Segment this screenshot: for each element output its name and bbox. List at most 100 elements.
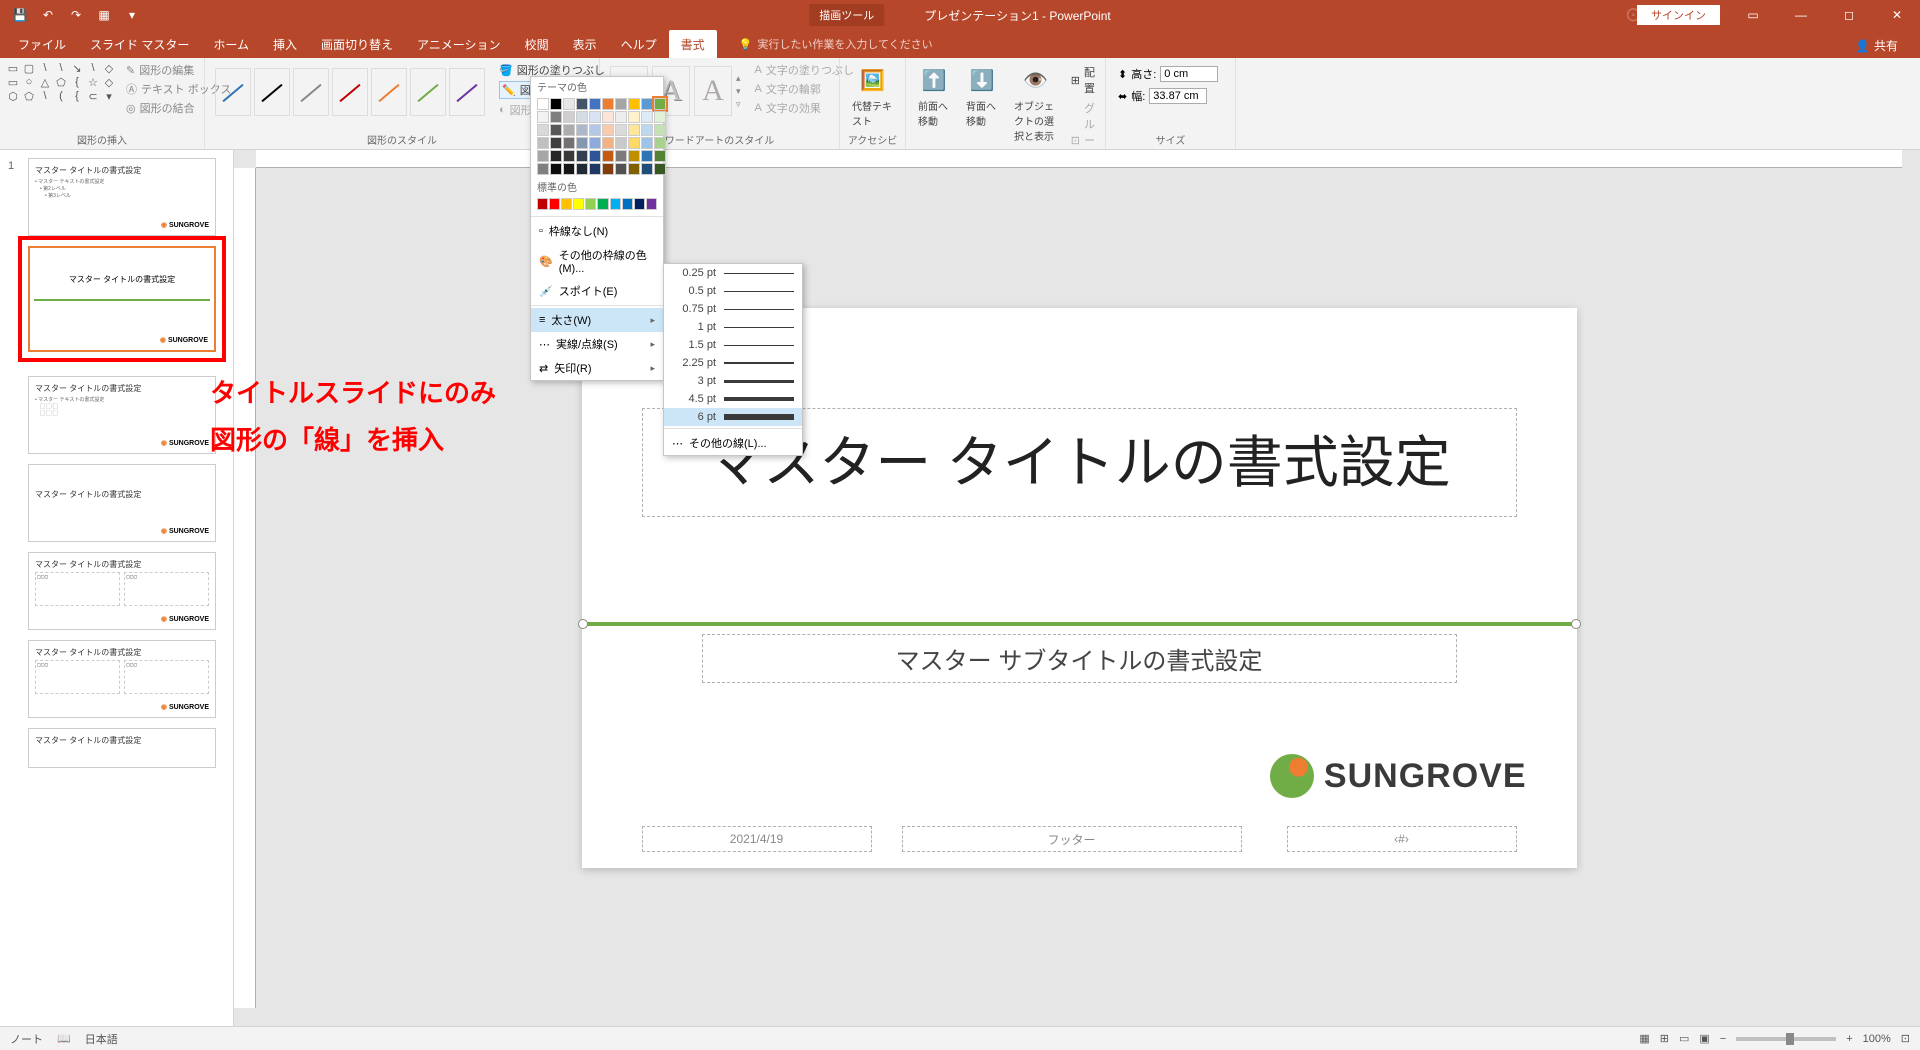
- contextual-tool-tab: 描画ツール: [809, 4, 884, 26]
- tab-home[interactable]: ホーム: [201, 30, 261, 58]
- eyedropper-icon: 💉: [539, 285, 553, 298]
- eyedropper-item[interactable]: 💉スポイト(E): [531, 279, 663, 303]
- weight-075[interactable]: 0.75 pt: [664, 300, 802, 318]
- logo-mark-icon: [1270, 754, 1314, 798]
- align-icon: ⊞: [1071, 74, 1080, 87]
- green-divider-line[interactable]: [582, 622, 1577, 626]
- footer-placeholder[interactable]: フッター: [902, 826, 1242, 852]
- arrows-item[interactable]: ⇄矢印(R): [531, 356, 663, 380]
- document-title: プレゼンテーション1 - PowerPoint: [924, 7, 1110, 24]
- horizontal-ruler[interactable]: [256, 150, 1902, 168]
- tab-insert[interactable]: 挿入: [261, 30, 309, 58]
- date-placeholder[interactable]: 2021/4/19: [642, 826, 872, 852]
- zoom-slider[interactable]: [1736, 1037, 1836, 1041]
- gallery-more-icon[interactable]: ▿: [736, 99, 741, 110]
- width-icon: ⬌: [1118, 90, 1127, 103]
- height-input[interactable]: [1160, 66, 1218, 82]
- fit-window-icon[interactable]: ⊡: [1901, 1032, 1910, 1045]
- weight-225[interactable]: 2.25 pt: [664, 354, 802, 372]
- tab-file[interactable]: ファイル: [6, 30, 78, 58]
- zoom-out-icon[interactable]: −: [1720, 1033, 1726, 1045]
- thumb-layout-4[interactable]: マスター タイトルの書式設定 SUNGROVE: [28, 464, 216, 542]
- send-backward-button[interactable]: ⬇️背面へ移動: [960, 62, 1004, 130]
- share-icon: 👤: [1855, 39, 1870, 53]
- start-from-beginning-icon[interactable]: ▦: [92, 3, 116, 27]
- thumb-title-layout[interactable]: マスター タイトルの書式設定 SUNGROVE: [28, 246, 216, 352]
- title-bar: 💾 ↶ ↷ ▦ ▾ ⊙—⊙—⊙⊙ 描画ツール プレゼンテーション1 - Powe…: [0, 0, 1920, 30]
- group-icon: ⊡: [1071, 134, 1080, 147]
- save-icon[interactable]: 💾: [8, 3, 32, 27]
- tab-view[interactable]: 表示: [561, 30, 609, 58]
- group-arrange: ⬆️前面へ移動 ⬇️背面へ移動 👁️オブジェクトの選択と表示 ⊞配置 ⊡グループ…: [906, 58, 1106, 149]
- weight-15[interactable]: 1.5 pt: [664, 336, 802, 354]
- width-input[interactable]: [1149, 88, 1207, 104]
- sorter-view-icon[interactable]: ⊞: [1660, 1032, 1669, 1045]
- thumb-layout-3[interactable]: マスター タイトルの書式設定 • マスター テキストの書式設定 ▢ ▢ ▢ ▢ …: [28, 376, 216, 454]
- dashes-icon: ⋯: [539, 338, 550, 351]
- align-button[interactable]: ⊞配置: [1071, 64, 1095, 96]
- normal-view-icon[interactable]: ▦: [1639, 1032, 1649, 1045]
- selection-pane-button[interactable]: 👁️オブジェクトの選択と表示: [1008, 62, 1063, 145]
- window-controls: サインイン ▭ — ◻ ✕: [1637, 0, 1920, 30]
- shape-gallery[interactable]: ▭▢\\↘\◇ ▭○△⬠{☆◇ ⬡⬠\({⊂▾: [6, 62, 116, 102]
- thumb-layout-5[interactable]: マスター タイトルの書式設定 ▢▢▢▢▢▢ SUNGROVE: [28, 552, 216, 630]
- standard-color-row[interactable]: [531, 196, 663, 214]
- weight-05[interactable]: 0.5 pt: [664, 282, 802, 300]
- signin-button[interactable]: サインイン: [1637, 5, 1720, 25]
- height-field[interactable]: ⬍高さ:: [1118, 66, 1218, 82]
- undo-icon[interactable]: ↶: [36, 3, 60, 27]
- tab-slide-master[interactable]: スライド マスター: [78, 30, 201, 58]
- weight-6[interactable]: 6 pt: [664, 408, 802, 426]
- vertical-ruler[interactable]: [234, 168, 256, 1008]
- gallery-down-icon[interactable]: ▾: [736, 86, 741, 97]
- more-colors-item[interactable]: 🎨その他の枠線の色(M)...: [531, 243, 663, 279]
- zoom-level[interactable]: 100%: [1863, 1033, 1891, 1045]
- weight-3[interactable]: 3 pt: [664, 372, 802, 390]
- weight-icon: ≡: [539, 314, 545, 326]
- redo-icon[interactable]: ↷: [64, 3, 88, 27]
- tab-transitions[interactable]: 画面切り替え: [309, 30, 405, 58]
- bring-forward-button[interactable]: ⬆️前面へ移動: [912, 62, 956, 130]
- more-lines-item[interactable]: ⋯その他の線(L)...: [664, 431, 802, 455]
- tell-me-search[interactable]: 💡実行したい作業を入力してください: [729, 30, 943, 58]
- slideshow-view-icon[interactable]: ▣: [1699, 1032, 1709, 1045]
- tab-animations[interactable]: アニメーション: [405, 30, 513, 58]
- dashes-item[interactable]: ⋯実線/点線(S): [531, 332, 663, 356]
- tab-help[interactable]: ヘルプ: [609, 30, 669, 58]
- gallery-up-icon[interactable]: ▴: [736, 73, 741, 84]
- spellcheck-icon[interactable]: 📖: [57, 1032, 71, 1045]
- tab-review[interactable]: 校閲: [513, 30, 561, 58]
- group-size: ⬍高さ: ⬌幅: サイズ: [1106, 58, 1236, 149]
- no-outline-item[interactable]: ▫枠線なし(N): [531, 219, 663, 243]
- minimize-icon[interactable]: —: [1778, 0, 1824, 30]
- language-indicator[interactable]: 日本語: [85, 1031, 118, 1047]
- zoom-in-icon[interactable]: +: [1846, 1033, 1852, 1045]
- tab-format[interactable]: 書式: [669, 30, 717, 58]
- ribbon-options-icon[interactable]: ▭: [1730, 0, 1776, 30]
- thumb-layout-7[interactable]: マスター タイトルの書式設定: [28, 728, 216, 768]
- reading-view-icon[interactable]: ▭: [1679, 1032, 1689, 1045]
- merge-icon: ◎: [126, 102, 136, 115]
- share-button[interactable]: 👤共有: [1845, 33, 1908, 58]
- theme-color-grid[interactable]: [531, 96, 663, 177]
- text-box-icon: Ⓐ: [126, 81, 137, 97]
- weight-1[interactable]: 1 pt: [664, 318, 802, 336]
- thumb-master[interactable]: マスター タイトルの書式設定 • マスター テキストの書式設定 • 第2レベル …: [28, 158, 216, 236]
- master-subtitle-placeholder[interactable]: マスター サブタイトルの書式設定: [702, 634, 1457, 683]
- weight-025[interactable]: 0.25 pt: [664, 264, 802, 282]
- qat-dropdown-icon[interactable]: ▾: [120, 3, 144, 27]
- thumb-layout-6[interactable]: マスター タイトルの書式設定 ▢▢▢▢▢▢ SUNGROVE: [28, 640, 216, 718]
- slide-viewport[interactable]: マスター タイトルの書式設定 マスター サブタイトルの書式設定 SUNGROVE…: [256, 168, 1902, 1008]
- slide-thumbnail-pane[interactable]: 1 マスター タイトルの書式設定 • マスター テキストの書式設定 • 第2レベ…: [0, 150, 234, 1026]
- theme-colors-header: テーマの色: [531, 77, 663, 96]
- alt-text-button[interactable]: 🖼️ 代替テキスト: [846, 62, 899, 130]
- maximize-icon[interactable]: ◻: [1826, 0, 1872, 30]
- weight-item[interactable]: ≡太さ(W): [531, 308, 663, 332]
- notes-label[interactable]: ノート: [10, 1031, 43, 1047]
- slide-canvas-area: マスター タイトルの書式設定 マスター サブタイトルの書式設定 SUNGROVE…: [234, 150, 1920, 1026]
- weight-45[interactable]: 4.5 pt: [664, 390, 802, 408]
- width-field[interactable]: ⬌幅:: [1118, 88, 1218, 104]
- close-icon[interactable]: ✕: [1874, 0, 1920, 30]
- style-gallery[interactable]: [211, 62, 489, 122]
- slide-number-placeholder[interactable]: ‹#›: [1287, 826, 1517, 852]
